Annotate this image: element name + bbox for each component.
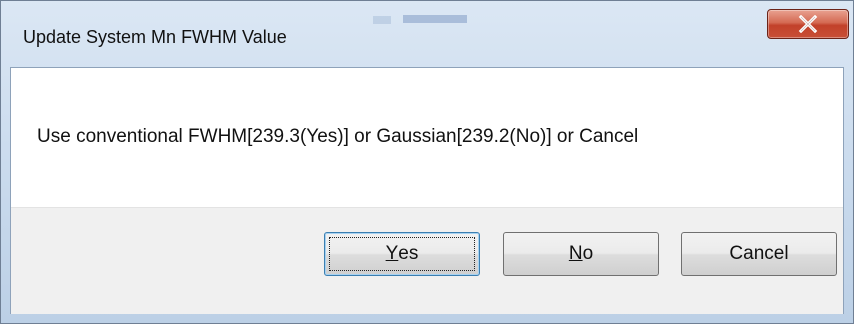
dialog-window: Update System Mn FWHM Value Use conventi… [0, 0, 854, 324]
no-button-mnemonic: N [568, 243, 583, 264]
no-button[interactable]: No [503, 232, 659, 276]
no-button-label: o [582, 243, 594, 264]
dialog-client-area: Use conventional FWHM[239.3(Yes)] or Gau… [10, 67, 844, 314]
cancel-button[interactable]: Cancel [681, 232, 837, 276]
close-icon [798, 15, 818, 33]
button-bar: Yes No Cancel [11, 207, 843, 314]
message-area: Use conventional FWHM[239.3(Yes)] or Gau… [11, 68, 843, 207]
yes-button-label: es [398, 243, 419, 264]
dialog-title: Update System Mn FWHM Value [23, 27, 287, 47]
titlebar-glass-decoration [373, 16, 391, 24]
yes-button[interactable]: Yes [324, 232, 480, 276]
titlebar-glass-decoration [403, 15, 467, 23]
dialog-message: Use conventional FWHM[239.3(Yes)] or Gau… [37, 126, 639, 147]
cancel-button-label: Cancel [729, 243, 789, 264]
yes-button-mnemonic: Y [385, 243, 399, 264]
close-button[interactable] [767, 9, 849, 39]
